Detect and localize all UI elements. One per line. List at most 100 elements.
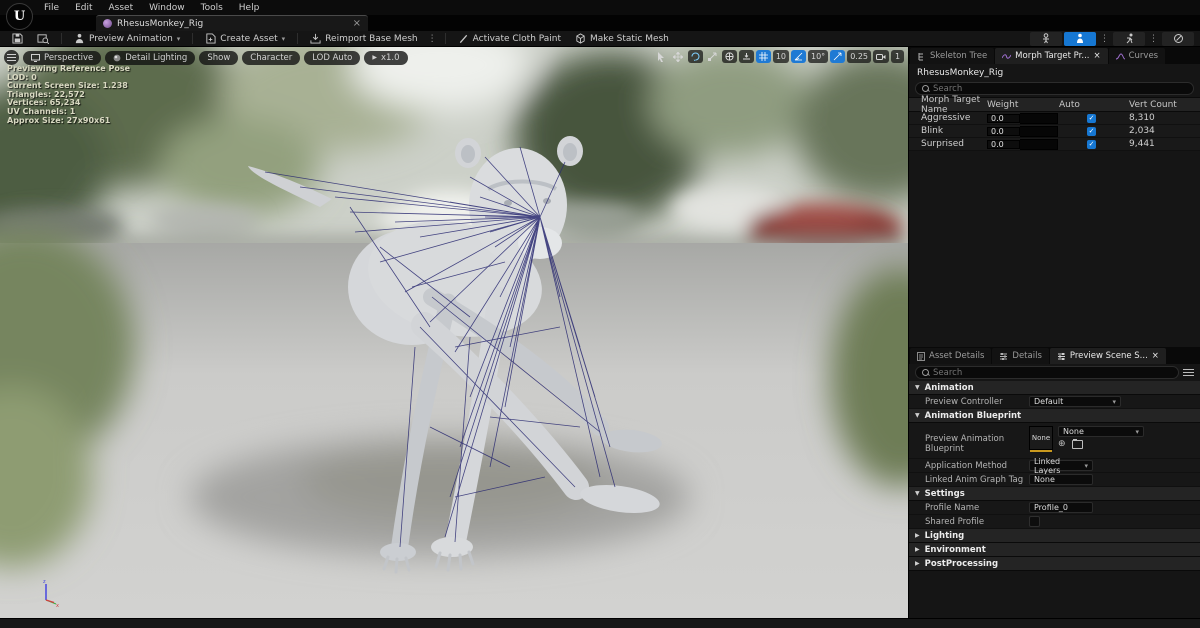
animation-mode-kebab-icon[interactable]: ⋮ <box>1147 34 1160 44</box>
close-icon[interactable]: × <box>1152 351 1159 361</box>
profile-name-input[interactable]: Profile_0 <box>1029 502 1093 513</box>
show-label: Show <box>207 53 230 63</box>
playback-speed-button[interactable]: ▶ x1.0 <box>364 51 407 65</box>
scale-tool-icon[interactable] <box>705 50 720 63</box>
col-vert-count[interactable]: Vert Count <box>1129 100 1200 110</box>
cloth-paint-label: Activate Cloth Paint <box>473 34 561 44</box>
morph-row-surprised[interactable]: Surprised 0.0 ✓ 9,441 <box>909 138 1200 151</box>
shared-profile-checkbox[interactable] <box>1029 516 1040 527</box>
scale-snap-value[interactable]: 0.25 <box>847 50 871 63</box>
section-environment[interactable]: ▶ Environment <box>909 543 1200 557</box>
world-local-toggle-icon[interactable] <box>722 50 737 63</box>
tab-rhesusmonkey-rig[interactable]: RhesusMonkey_Rig × <box>96 15 368 31</box>
character-button[interactable]: Character <box>242 51 300 65</box>
grid-snap-icon[interactable] <box>756 50 771 63</box>
select-tool-icon[interactable] <box>654 50 668 63</box>
rotate-tool-icon[interactable] <box>688 50 703 63</box>
menu-asset[interactable]: Asset <box>101 3 142 13</box>
vert-count: 9,441 <box>1129 139 1200 149</box>
close-icon[interactable]: × <box>1093 51 1100 61</box>
rotation-snap-value[interactable]: 10° <box>808 50 828 63</box>
weight-slider[interactable] <box>1020 113 1058 124</box>
close-icon[interactable]: × <box>353 18 361 29</box>
mesh-mode-kebab-icon[interactable]: ⋮ <box>1098 34 1111 44</box>
move-tool-icon[interactable] <box>670 50 686 63</box>
weight-spinbox[interactable]: 0.0 <box>987 127 1020 136</box>
tab-details[interactable]: Details <box>992 348 1048 364</box>
weight-spinbox[interactable]: 0.0 <box>987 114 1020 123</box>
browse-asset-icon[interactable] <box>1072 440 1083 449</box>
menu-tools[interactable]: Tools <box>193 3 231 13</box>
section-animation[interactable]: ▼ Animation <box>909 381 1200 395</box>
tab-skeleton-tree[interactable]: Skeleton Tree <box>910 48 994 64</box>
details-search-input[interactable] <box>933 368 1172 378</box>
create-asset-button[interactable]: Create Asset ▾ <box>199 31 291 47</box>
auto-checkbox[interactable]: ✓ <box>1087 140 1096 149</box>
menu-help[interactable]: Help <box>231 3 268 13</box>
3d-viewport[interactable]: Perspective Detail Lighting Show Charact… <box>0 47 908 618</box>
weight-spinbox[interactable]: 0.0 <box>987 140 1020 149</box>
weight-slider[interactable] <box>1020 139 1058 150</box>
camera-speed-icon[interactable] <box>873 50 889 63</box>
skeleton-mode-button[interactable] <box>1030 32 1062 46</box>
application-method-label: Application Method <box>909 461 1029 471</box>
application-method-dropdown[interactable]: Linked Layers ▾ <box>1029 460 1093 471</box>
make-static-mesh-button[interactable]: Make Static Mesh <box>569 31 675 47</box>
tab-curves[interactable]: Curves <box>1109 48 1166 64</box>
use-selected-asset-icon[interactable]: ⊕ <box>1058 440 1066 449</box>
auto-checkbox[interactable]: ✓ <box>1087 127 1096 136</box>
browse-to-asset-button[interactable] <box>31 31 55 47</box>
viewport-menu-icon[interactable] <box>4 50 19 65</box>
reimport-base-mesh-button[interactable]: Reimport Base Mesh <box>304 31 423 47</box>
detail-lighting-button[interactable]: Detail Lighting <box>105 51 195 65</box>
perspective-label: Perspective <box>44 53 93 63</box>
section-settings[interactable]: ▼ Settings <box>909 487 1200 501</box>
section-animation-blueprint[interactable]: ▼ Animation Blueprint <box>909 409 1200 423</box>
anim-bp-thumbnail[interactable]: None <box>1029 426 1053 450</box>
preview-animation-button[interactable]: Preview Animation ▾ <box>68 31 186 47</box>
morph-row-aggressive[interactable]: Aggressive 0.0 ✓ 8,310 <box>909 112 1200 125</box>
weight-slider[interactable] <box>1020 126 1058 137</box>
morph-search-input[interactable] <box>933 84 1187 94</box>
activate-cloth-paint-button[interactable]: Activate Cloth Paint <box>452 31 567 47</box>
auto-checkbox[interactable]: ✓ <box>1087 114 1096 123</box>
lod-auto-button[interactable]: LOD Auto <box>304 51 360 65</box>
save-button[interactable] <box>6 31 29 47</box>
morph-row-blink[interactable]: Blink 0.0 ✓ 2,034 <box>909 125 1200 138</box>
col-auto[interactable]: Auto <box>1059 100 1129 110</box>
scale-snap-icon[interactable] <box>830 50 845 63</box>
physics-mode-button[interactable] <box>1162 32 1194 46</box>
reimport-options-kebab-icon[interactable]: ⋮ <box>426 34 439 44</box>
menu-file[interactable]: File <box>36 3 67 13</box>
graph-tag-input[interactable]: None <box>1029 474 1093 485</box>
mesh-mode-button[interactable] <box>1064 32 1096 46</box>
grid-snap-value[interactable]: 10 <box>773 50 789 63</box>
cloth-paint-brush-icon <box>458 33 469 44</box>
preview-controller-dropdown[interactable]: Default ▾ <box>1029 396 1121 407</box>
rotation-snap-icon[interactable] <box>791 50 806 63</box>
menu-window[interactable]: Window <box>141 3 193 13</box>
morph-search-box[interactable] <box>915 82 1194 95</box>
shared-profile-label: Shared Profile <box>909 517 1029 527</box>
svg-text:x: x <box>56 603 59 608</box>
anim-bp-dropdown[interactable]: None ▾ <box>1058 426 1144 437</box>
morph-dock-tabs: Skeleton Tree Morph Target Pr... × Curve… <box>909 47 1200 64</box>
col-weight[interactable]: Weight <box>987 100 1059 110</box>
view-options-icon[interactable] <box>1183 367 1194 378</box>
animation-mode-button[interactable] <box>1113 32 1145 46</box>
surface-snap-icon[interactable] <box>739 50 754 63</box>
show-button[interactable]: Show <box>199 51 238 65</box>
morph-table-header[interactable]: Morph Target Name Weight Auto Vert Count <box>909 97 1200 112</box>
viewport-toolbar: Perspective Detail Lighting Show Charact… <box>4 50 408 65</box>
tab-morph-target-preview[interactable]: Morph Target Pr... × <box>995 48 1107 64</box>
tab-asset-details[interactable]: Asset Details <box>910 348 991 364</box>
section-postprocessing[interactable]: ▶ PostProcessing <box>909 557 1200 571</box>
tab-preview-scene-settings[interactable]: Preview Scene S... × <box>1050 348 1166 364</box>
perspective-button[interactable]: Perspective <box>23 51 101 65</box>
camera-speed-value[interactable]: 1 <box>891 50 904 63</box>
morph-target-dock: Skeleton Tree Morph Target Pr... × Curve… <box>909 47 1200 347</box>
menu-edit[interactable]: Edit <box>67 3 100 13</box>
details-search-box[interactable] <box>915 366 1179 379</box>
col-morph-target-name[interactable]: Morph Target Name <box>909 95 987 115</box>
section-lighting[interactable]: ▶ Lighting <box>909 529 1200 543</box>
